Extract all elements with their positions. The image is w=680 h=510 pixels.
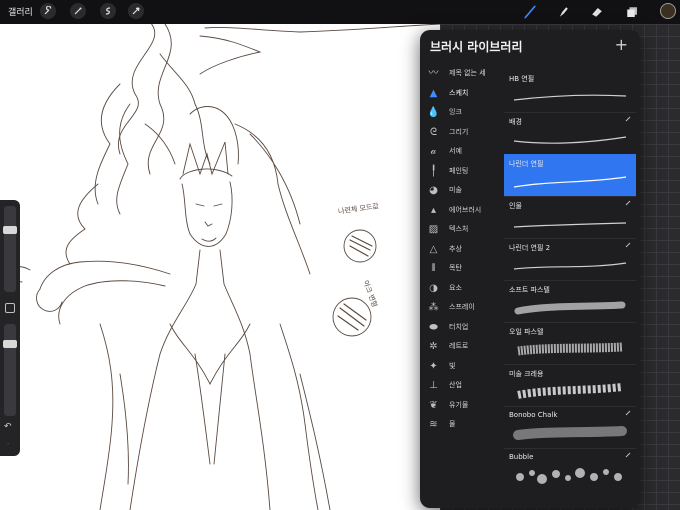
airbrush-icon: ▴ bbox=[430, 204, 437, 216]
import-tag-icon bbox=[625, 200, 631, 206]
top-toolbar: 갤러리 bbox=[0, 0, 680, 24]
brush-narinder-pencil[interactable]: 나린더 연필 bbox=[504, 154, 636, 196]
touchup-icon: ⬬ bbox=[429, 321, 438, 333]
sparkle-icon: ✦ bbox=[429, 360, 438, 372]
brush-category-list: 〰 제목 없는 세 ▲ 스케치 💧 잉크 ᘓ 그리기 𝒶 서예 ╿ 페인팅 ◕ 미술 ▴ 에어브… bbox=[420, 64, 502, 435]
brush-stroke-preview bbox=[516, 468, 622, 484]
category-elements[interactable]: ◑ 요소 bbox=[420, 279, 502, 299]
category-industrial[interactable]: ⊥ 산업 bbox=[420, 376, 502, 396]
brush-background[interactable]: 배경 bbox=[504, 112, 636, 154]
move-arrow-icon[interactable] bbox=[128, 3, 144, 19]
opacity-slider[interactable] bbox=[3, 324, 17, 416]
modify-square-icon[interactable] bbox=[5, 303, 15, 313]
category-touchup[interactable]: ⬬ 터치업 bbox=[420, 318, 502, 338]
category-airbrush[interactable]: ▴ 에어브러시 bbox=[420, 201, 502, 221]
category-organic[interactable]: ❦ 유기물 bbox=[420, 396, 502, 416]
brush-stroke-preview bbox=[513, 94, 627, 101]
panel-title: 브러시 라이브러리 bbox=[430, 40, 523, 54]
import-tag-icon bbox=[625, 452, 631, 458]
category-water[interactable]: ≋ 물 bbox=[420, 415, 502, 435]
category-abstract[interactable]: △ 추상 bbox=[420, 240, 502, 260]
brush-stroke-preview bbox=[513, 136, 627, 144]
brush-stroke-preview bbox=[513, 176, 627, 188]
wrench-icon[interactable] bbox=[40, 3, 56, 19]
category-painting[interactable]: ╿ 페인팅 bbox=[420, 162, 502, 182]
brush-bonobo-chalk[interactable]: Bonobo Chalk bbox=[504, 406, 636, 448]
element-icon: ◑ bbox=[429, 282, 438, 294]
brush-icon[interactable] bbox=[520, 2, 540, 22]
retro-icon: ✲ bbox=[429, 341, 438, 352]
water-icon: ≋ bbox=[429, 419, 438, 430]
brush-stroke-preview bbox=[513, 262, 627, 270]
redo-icon[interactable]: · bbox=[7, 440, 9, 448]
triangle-icon: △ bbox=[429, 243, 438, 255]
import-tag-icon bbox=[625, 242, 631, 248]
gallery-button[interactable]: 갤러리 bbox=[8, 5, 33, 18]
drawing-icon: ᘓ bbox=[429, 126, 438, 138]
category-light[interactable]: ✦ 빛 bbox=[420, 357, 502, 377]
category-texture[interactable]: ▨ 텍스처 bbox=[420, 220, 502, 240]
category-drawing[interactable]: ᘓ 그리기 bbox=[420, 123, 502, 143]
leaf-icon: ❦ bbox=[429, 399, 438, 411]
brush-stroke-preview bbox=[517, 383, 623, 399]
spray-icon: ⁂ bbox=[428, 302, 439, 313]
brush-list: HB 연필 배경 나린더 연필 인물 나린더 연필 2 소프트 파스텔 오일 파… bbox=[504, 70, 636, 490]
brush-stroke-preview bbox=[513, 426, 627, 440]
category-ink[interactable]: 💧 잉크 bbox=[420, 103, 502, 123]
brush-stroke-preview bbox=[517, 342, 623, 356]
brush-size-knob[interactable] bbox=[3, 226, 17, 234]
undo-icon[interactable]: ↶ bbox=[4, 422, 12, 432]
eraser-icon[interactable] bbox=[587, 2, 607, 22]
category-untitled[interactable]: 〰 제목 없는 세 bbox=[420, 64, 502, 84]
drawing-canvas[interactable]: 나련체 모드값 아크 변형 bbox=[0, 24, 440, 510]
category-spray[interactable]: ⁂ 스프레이 bbox=[420, 298, 502, 318]
brush-library-panel: 브러시 라이브러리 + 〰 제목 없는 세 ▲ 스케치 💧 잉크 ᘓ 그리기 𝒶 서예 ╿… bbox=[420, 30, 640, 508]
layers-icon[interactable] bbox=[622, 2, 642, 22]
category-retro[interactable]: ✲ 레트로 bbox=[420, 337, 502, 357]
ink-drop-icon: 💧 bbox=[427, 107, 440, 118]
squiggle-icon: 〰 bbox=[428, 68, 439, 79]
category-calligraphy[interactable]: 𝒶 서예 bbox=[420, 142, 502, 162]
brush-stroke-preview bbox=[514, 301, 626, 315]
anvil-icon: ⊥ bbox=[429, 380, 438, 391]
selection-icon[interactable] bbox=[100, 3, 116, 19]
import-tag-icon bbox=[625, 116, 631, 122]
brush-bubble[interactable]: Bubble bbox=[504, 448, 636, 490]
category-art[interactable]: ◕ 미술 bbox=[420, 181, 502, 201]
paint-brush-icon: ╿ bbox=[430, 165, 437, 177]
pencil-tip-icon: ▲ bbox=[429, 87, 438, 99]
brush-figure[interactable]: 인물 bbox=[504, 196, 636, 238]
import-tag-icon bbox=[625, 410, 631, 416]
brush-narinder-pencil-2[interactable]: 나린더 연필 2 bbox=[504, 238, 636, 280]
brush-soft-pastel[interactable]: 소프트 파스텔 bbox=[504, 280, 636, 322]
brush-hb-pencil[interactable]: HB 연필 bbox=[504, 70, 636, 112]
texture-icon: ▨ bbox=[428, 224, 439, 235]
brush-stroke-preview bbox=[513, 222, 627, 228]
brush-art-crayon[interactable]: 미술 크레용 bbox=[504, 364, 636, 406]
calligraphy-icon: 𝒶 bbox=[430, 146, 437, 157]
charcoal-icon: ⦀ bbox=[431, 263, 436, 274]
sketch-artwork bbox=[0, 24, 440, 510]
add-brush-button[interactable]: + bbox=[615, 35, 628, 54]
side-toolbar: ↶ · bbox=[0, 200, 20, 456]
brush-oil-pastel[interactable]: 오일 파스텔 bbox=[504, 322, 636, 364]
category-sketch[interactable]: ▲ 스케치 bbox=[420, 84, 502, 104]
palette-icon: ◕ bbox=[429, 185, 438, 196]
color-swatch[interactable] bbox=[660, 3, 676, 19]
magic-wand-icon[interactable] bbox=[70, 3, 86, 19]
category-charcoal[interactable]: ⦀ 목탄 bbox=[420, 259, 502, 279]
opacity-knob[interactable] bbox=[3, 340, 17, 348]
smudge-icon[interactable] bbox=[553, 2, 573, 22]
brush-size-slider[interactable] bbox=[3, 206, 17, 292]
